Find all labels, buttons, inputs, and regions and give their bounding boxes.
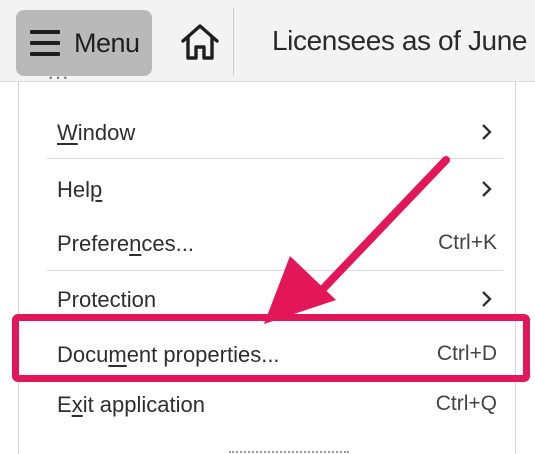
menu-item-help[interactable]: Help	[47, 165, 503, 213]
menu-item-shortcut: Ctrl+K	[438, 231, 497, 254]
toolbar-separator	[233, 8, 234, 76]
menu-divider	[47, 158, 503, 159]
menu-button[interactable]: Menu	[16, 10, 152, 76]
menu-item-exit-application[interactable]: Exit application Ctrl+Q	[47, 380, 503, 428]
menu-item-label: Exit application	[57, 392, 205, 417]
menu-item-label: Preferences...	[57, 231, 194, 256]
document-title: Licensees as of June 4, 2	[272, 25, 535, 56]
partially-hidden-menu-item[interactable]: ···	[47, 74, 517, 88]
partially-hidden-menu-item	[229, 448, 349, 454]
menu-item-protection[interactable]: Protection	[47, 275, 503, 323]
hamburger-icon	[30, 30, 60, 56]
menu-dropdown: ··· Window Help Preferences... Ctrl+K Pr…	[18, 74, 516, 454]
menu-item-shortcut: Ctrl+Q	[435, 392, 497, 415]
menu-item-document-properties[interactable]: Document properties... Ctrl+D	[47, 330, 503, 378]
menu-item-label: Window	[57, 120, 136, 145]
menu-item-preferences[interactable]: Preferences... Ctrl+K	[47, 219, 503, 267]
menu-item-window[interactable]: Window	[47, 108, 503, 156]
menu-item-shortcut: Ctrl+D	[436, 342, 497, 365]
chevron-right-icon	[482, 291, 492, 307]
menu-item-label: Document properties...	[57, 342, 280, 367]
chevron-right-icon	[482, 181, 492, 197]
menu-divider	[47, 270, 503, 271]
home-button[interactable]	[178, 20, 222, 64]
chevron-right-icon	[482, 124, 492, 140]
home-icon	[181, 24, 219, 60]
menu-button-label: Menu	[74, 28, 140, 58]
top-toolbar: Menu Licensees as of June 4, 2	[0, 0, 535, 82]
menu-item-label: Protection	[57, 287, 157, 312]
menu-item-label: Help	[57, 177, 103, 202]
